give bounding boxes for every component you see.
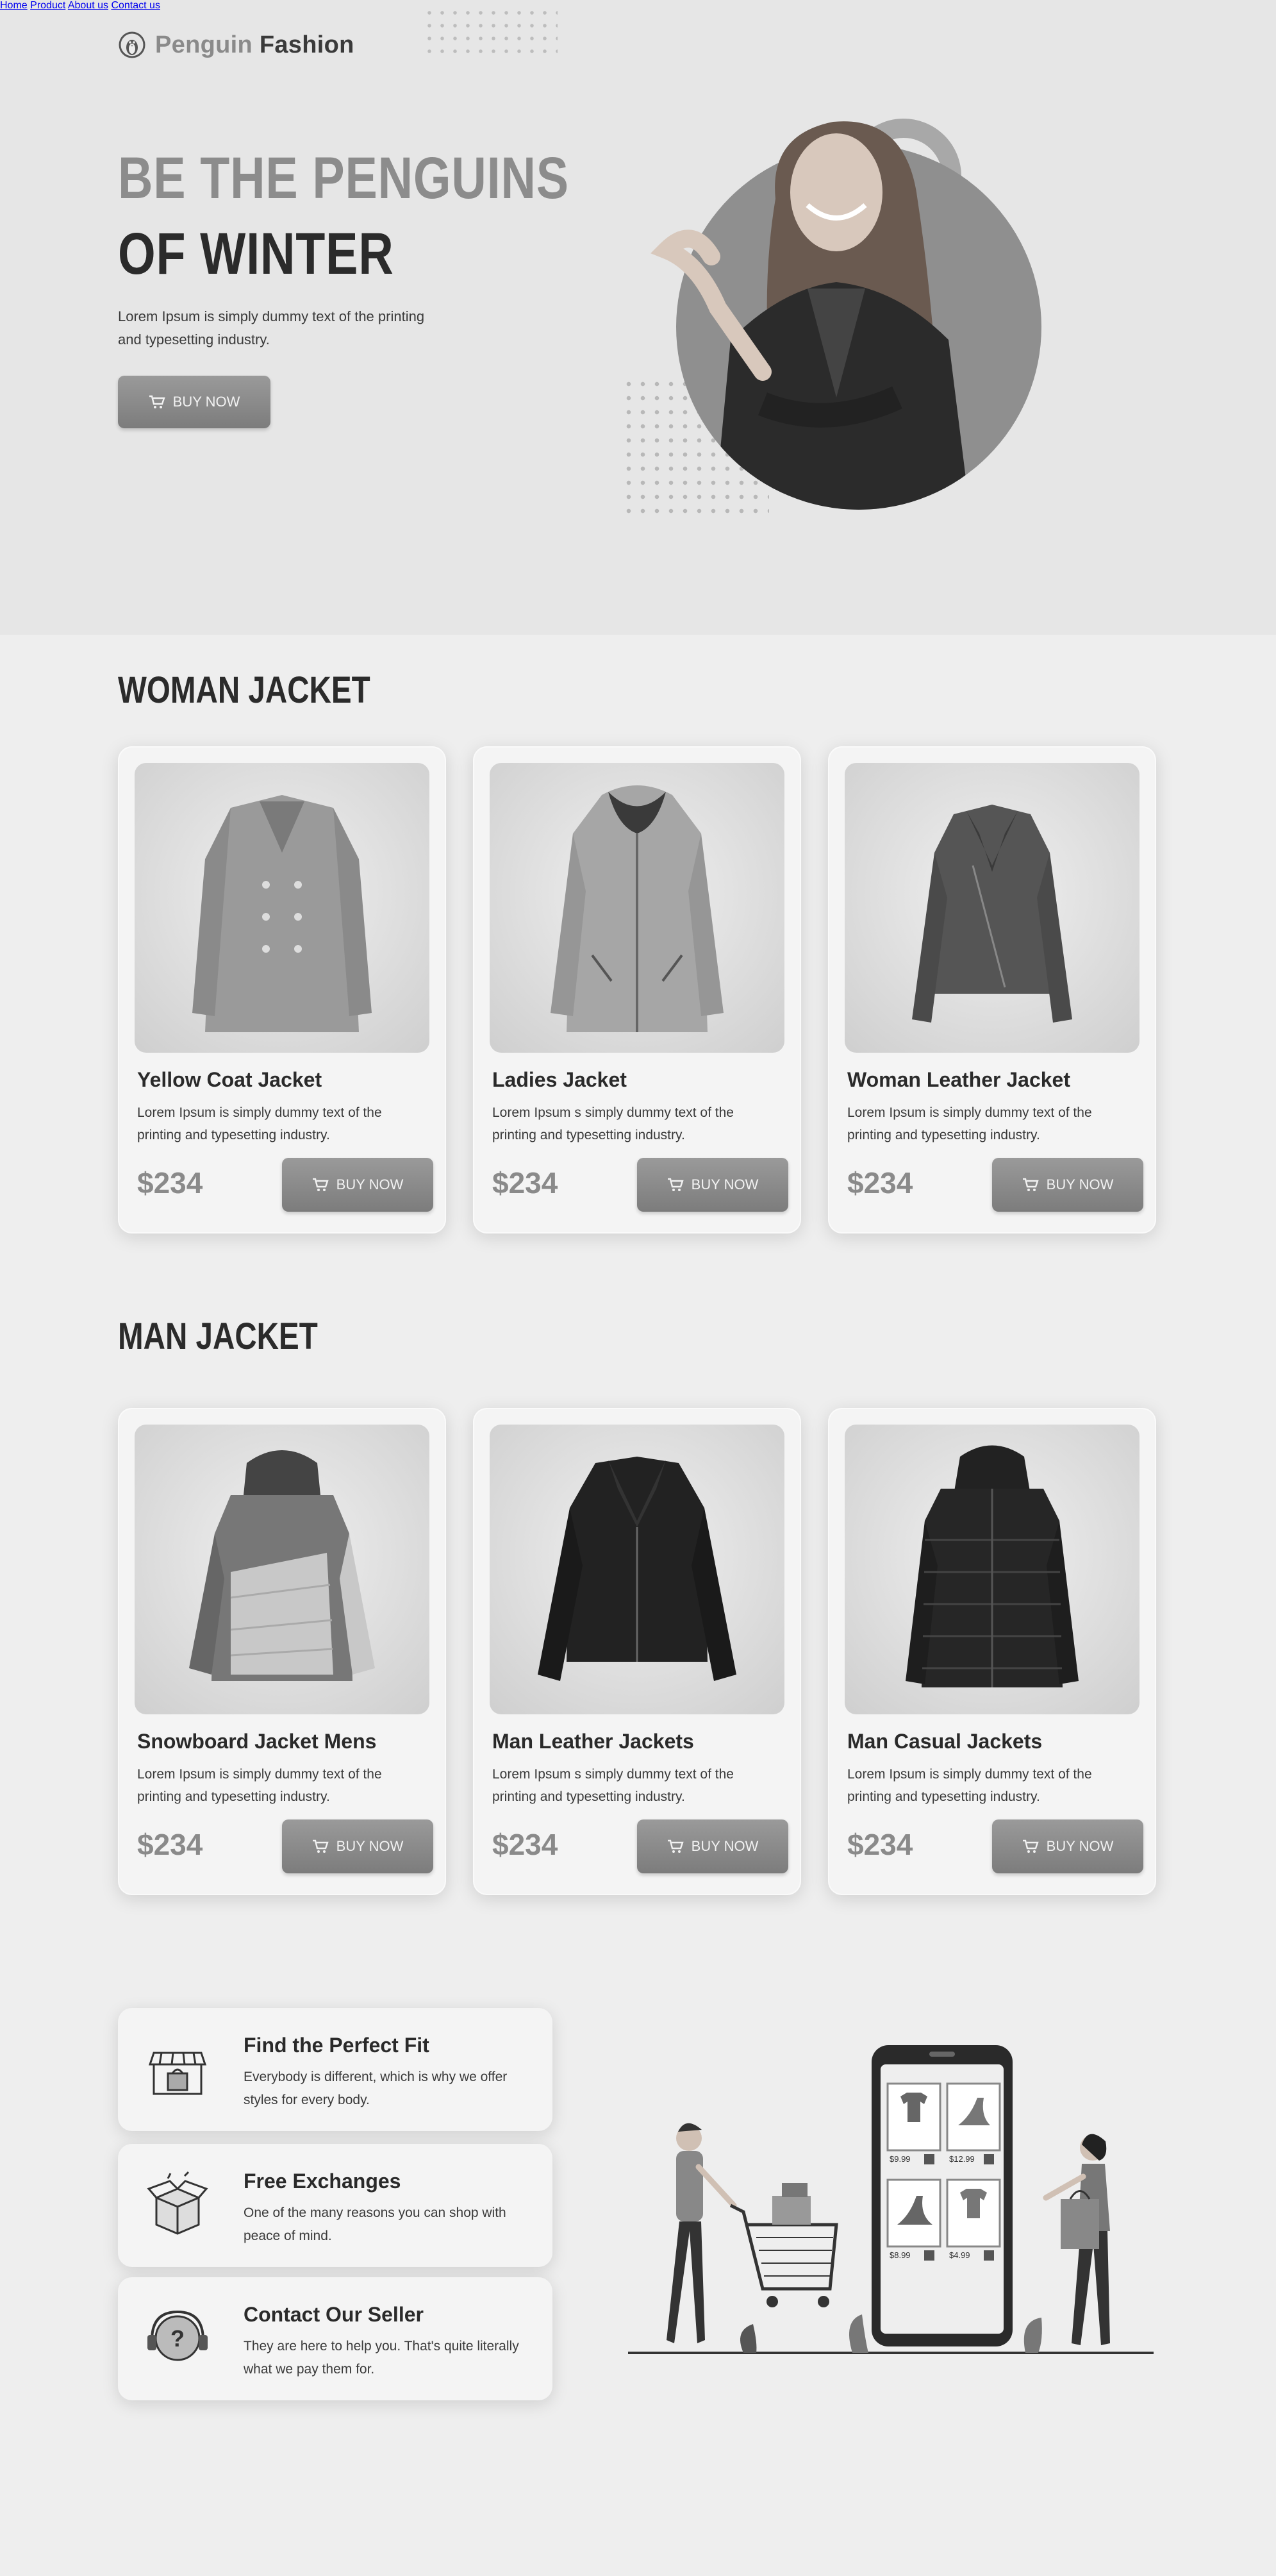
nav-about[interactable]: About us [68,0,108,11]
penguin-logo-icon [119,31,145,58]
cart-icon [667,1839,684,1853]
cart-icon [312,1839,329,1853]
feature-title: Find the Perfect Fit [244,2034,429,2057]
feature-title: Contact Our Seller [244,2303,424,2326]
hero-model-image [650,119,1041,510]
buy-now-label: BUY NOW [1046,1838,1114,1854]
illustration-price: $9.99 [890,2154,911,2164]
product-title: Snowboard Jacket Mens [137,1730,377,1753]
product-description: Lorem Ipsum is simply dummy text of the … [137,1105,382,1142]
product-price: $234 [492,1166,558,1200]
buy-now-label: BUY NOW [691,1176,759,1192]
buy-now-label: BUY NOW [1046,1176,1114,1192]
woman-section-title: WOMAN JACKET [118,669,370,711]
store-icon [148,2052,207,2095]
hero-buy-now-button[interactable]: BUY NOW [118,376,270,428]
feature-title: Free Exchanges [244,2170,401,2193]
hero-buy-now-label: BUY NOW [172,394,240,410]
buy-now-button[interactable]: BUY NOW [282,1158,433,1212]
product-title: Man Casual Jackets [847,1730,1043,1753]
product-description: Lorem Ipsum is simply dummy text of the … [847,1767,1092,1804]
product-price: $234 [492,1828,558,1861]
product-description: Lorem Ipsum s simply dummy text of the p… [492,1105,734,1142]
product-card[interactable]: Woman Leather Jacket Lorem Ipsum is simp… [828,746,1156,1234]
product-title: Ladies Jacket [492,1068,627,1091]
decorative-dots [423,6,558,58]
product-card[interactable]: Ladies Jacket Lorem Ipsum s simply dummy… [473,746,801,1234]
nav-contact[interactable]: Contact us [111,0,160,11]
online-shopping-illustration: $9.99 $12.99 $8.99 $4.99 [628,2045,1154,2354]
product-title: Yellow Coat Jacket [137,1068,322,1091]
product-price: $234 [847,1166,913,1200]
cart-icon [667,1178,684,1191]
man-section-title: MAN JACKET [118,1316,318,1357]
product-card[interactable]: Man Leather Jackets Lorem Ipsum s simply… [473,1408,801,1895]
leather-jacket-image [845,763,1139,1053]
feature-card-exchanges: Free Exchanges One of the many reasons y… [118,2144,552,2267]
product-price: $234 [137,1166,203,1200]
box-icon [147,2171,208,2235]
buy-now-button[interactable]: BUY NOW [637,1158,788,1212]
illustration-price: $12.99 [949,2154,975,2164]
cart-icon [312,1178,329,1191]
product-card[interactable]: Yellow Coat Jacket Lorem Ipsum is simply… [118,746,446,1234]
product-price: $234 [847,1828,913,1861]
buy-now-button[interactable]: BUY NOW [992,1158,1143,1212]
nav-home[interactable]: Home [0,0,28,11]
svg-text:?: ? [170,2325,185,2352]
product-title: Man Leather Jackets [492,1730,694,1753]
site-header: Penguin Fashion Home Product About us Co… [0,0,1276,103]
feature-description: One of the many reasons you can shop wit… [244,2205,506,2243]
main-nav: Home Product About us Contact us [0,0,1276,12]
buy-now-label: BUY NOW [336,1838,404,1854]
feature-card-fit: Find the Perfect Fit Everybody is differ… [118,2008,552,2131]
feature-description: They are here to help you. That's quite … [244,2339,519,2377]
nav-product[interactable]: Product [30,0,65,11]
product-title: Woman Leather Jacket [847,1068,1070,1091]
illustration-price: $8.99 [890,2250,911,2260]
ladies-jacket-image [490,763,784,1053]
buy-now-label: BUY NOW [691,1838,759,1854]
cart-icon [1022,1178,1039,1191]
buy-now-button[interactable]: BUY NOW [282,1819,433,1873]
brand-name: Penguin Fashion [155,31,354,58]
buy-now-label: BUY NOW [336,1176,404,1192]
buy-now-button[interactable]: BUY NOW [992,1819,1143,1873]
hero-description: Lorem Ipsum is simply dummy text of the … [118,308,425,347]
product-description: Lorem Ipsum s simply dummy text of the p… [492,1767,734,1804]
support-icon: ? [147,2310,208,2361]
feature-description: Everybody is different, which is why we … [244,2070,508,2107]
product-card[interactable]: Snowboard Jacket Mens Lorem Ipsum is sim… [118,1408,446,1895]
coat-jacket-image [135,763,429,1053]
buy-now-button[interactable]: BUY NOW [637,1819,788,1873]
product-price: $234 [137,1828,203,1861]
hero-title-line2: OF WINTER [118,221,394,287]
product-description: Lorem Ipsum is simply dummy text of the … [847,1105,1092,1142]
cart-icon [1022,1839,1039,1853]
product-card[interactable]: Man Casual Jackets Lorem Ipsum is simply… [828,1408,1156,1895]
leather-jacket-image [490,1425,784,1714]
hero-title-line1: BE THE PENGUINS [118,146,569,211]
snowboard-jacket-image [135,1425,429,1714]
cart-icon [149,395,165,408]
illustration-price: $4.99 [949,2250,970,2260]
puffer-jacket-image [845,1425,1139,1714]
feature-card-contact: ? Contact Our Seller They are here to he… [118,2277,552,2400]
product-description: Lorem Ipsum is simply dummy text of the … [137,1767,382,1804]
brand-logo[interactable]: Penguin Fashion [118,31,354,59]
